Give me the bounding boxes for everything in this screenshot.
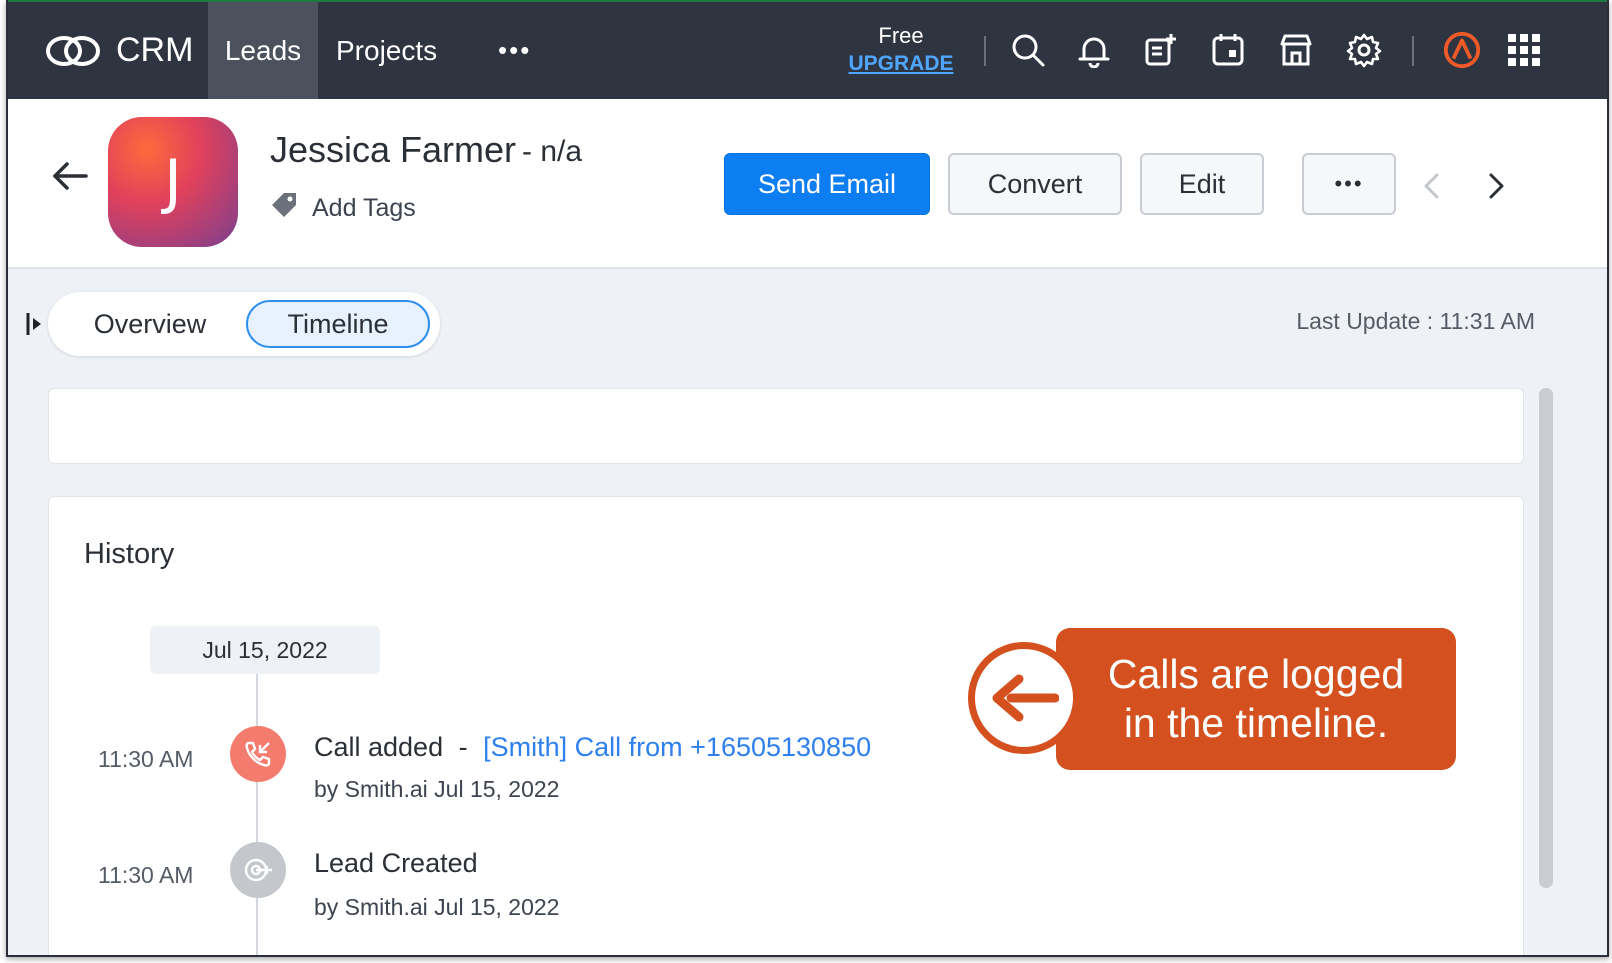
plan-indicator: Free UPGRADE: [846, 22, 956, 78]
avatar[interactable]: J: [108, 117, 238, 247]
add-tags[interactable]: Add Tags: [270, 191, 416, 226]
next-record-icon[interactable]: [1484, 171, 1508, 206]
last-update: Last Update : 11:31 AM: [1296, 308, 1535, 334]
add-note-icon[interactable]: [1140, 30, 1180, 70]
nav-tab-leads[interactable]: Leads: [208, 2, 318, 99]
top-navigation-bar: CRM Leads Projects ••• Free UPGRADE: [8, 0, 1607, 99]
previous-record-icon[interactable]: [1420, 171, 1444, 206]
nav-more-button[interactable]: •••: [498, 2, 531, 99]
app-name: CRM: [116, 31, 194, 69]
expand-panel-icon[interactable]: [26, 312, 44, 341]
edit-button[interactable]: Edit: [1140, 153, 1264, 215]
event-title: Lead Created: [314, 848, 478, 878]
app-window: CRM Leads Projects ••• Free UPGRADE J Je…: [6, 0, 1609, 957]
notes-card: [48, 388, 1524, 464]
gear-icon[interactable]: [1344, 30, 1384, 70]
bell-icon[interactable]: [1074, 30, 1114, 70]
left-arrow-icon: [968, 642, 1080, 754]
event-time: 11:30 AM: [98, 746, 194, 772]
call-record-link[interactable]: [Smith] Call from +16505130850: [483, 732, 871, 762]
brand[interactable]: CRM: [44, 2, 193, 99]
event-author: by Smith.ai Jul 15, 2022: [314, 776, 560, 802]
phone-incoming-icon: [230, 726, 286, 782]
app-grid-icon[interactable]: [1504, 30, 1544, 70]
record-header: J Jessica Farmer - n/a Add Tags Send Ema…: [8, 99, 1607, 269]
more-actions-button[interactable]: •••: [1302, 153, 1396, 215]
calendar-icon[interactable]: [1208, 30, 1248, 70]
convert-button[interactable]: Convert: [948, 153, 1122, 215]
callout-text: Calls are logged in the timeline.: [1056, 628, 1456, 770]
date-group-label: Jul 15, 2022: [150, 626, 380, 674]
event-author: by Smith.ai Jul 15, 2022: [314, 894, 560, 920]
event-title: Call added - [Smith] Call from +16505130…: [314, 732, 871, 763]
event-title-separator: -: [458, 732, 468, 762]
tab-overview[interactable]: Overview: [70, 300, 230, 348]
brand-logo-icon[interactable]: [1442, 30, 1482, 70]
add-tags-label: Add Tags: [312, 194, 416, 222]
divider: [1412, 36, 1414, 66]
divider: [984, 36, 986, 66]
back-arrow-icon[interactable]: [52, 161, 88, 196]
crm-logo-icon: [44, 31, 102, 71]
upgrade-link[interactable]: UPGRADE: [846, 50, 956, 78]
store-icon[interactable]: [1276, 30, 1316, 70]
event-time: 11:30 AM: [98, 862, 194, 888]
lead-subtitle: - n/a: [522, 135, 583, 168]
timeline-line: [256, 674, 258, 955]
lead-target-icon: [230, 842, 286, 898]
search-icon[interactable]: [1008, 30, 1048, 70]
lead-name: Jessica Farmer: [270, 129, 517, 170]
callout-line-1: Calls are logged: [1107, 651, 1405, 697]
callout-line-2: in the timeline.: [1123, 700, 1389, 746]
scrollbar[interactable]: [1539, 388, 1553, 888]
history-title: History: [84, 538, 175, 570]
plan-tier: Free: [878, 23, 924, 48]
nav-tab-projects[interactable]: Projects: [318, 2, 455, 99]
send-email-button[interactable]: Send Email: [724, 153, 930, 215]
tag-icon: [270, 191, 298, 226]
event-title-text: Call added: [314, 732, 444, 762]
view-tabs: Overview Timeline: [48, 292, 440, 356]
tab-timeline[interactable]: Timeline: [246, 300, 430, 348]
